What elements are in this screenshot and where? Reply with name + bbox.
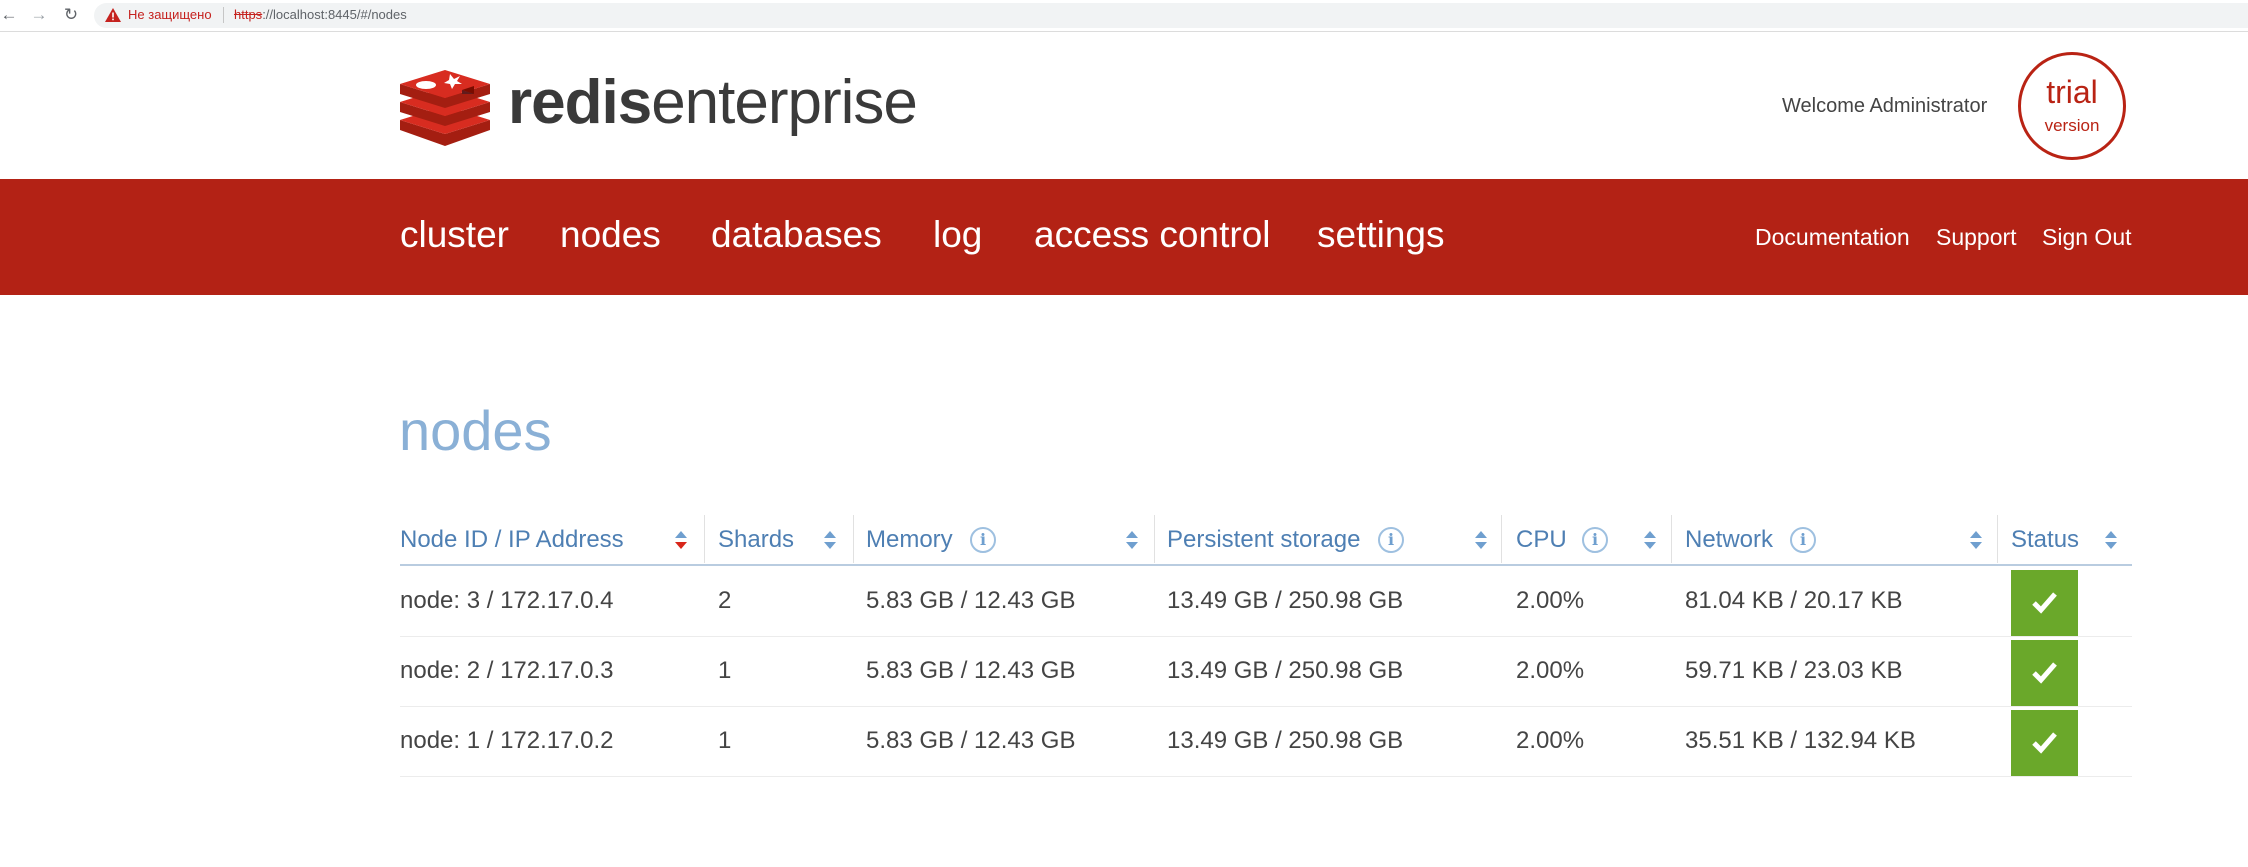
url-separator [223,7,224,23]
trial-badge-line1: trial [2046,74,2098,110]
cpu-info-icon[interactable]: i [1582,527,1608,553]
column-divider [1997,515,1998,563]
redis-enterprise-wordmark[interactable]: redisenterprise [508,68,918,138]
network-info-icon[interactable]: i [1790,527,1816,553]
nav-item-nodes[interactable]: nodes [560,213,661,257]
nav-item-cluster[interactable]: cluster [400,213,509,257]
status-ok-badge [2011,570,2078,636]
browser-toolbar: ← → ↻ Не защищено https://localhost:8445… [0,0,2248,32]
security-label[interactable]: Не защищено [128,7,212,23]
column-divider [704,515,705,563]
sign-out-link[interactable]: Sign Out [2042,223,2132,251]
column-header-cpu[interactable]: CPU [1516,515,1567,565]
cell-memory: 5.83 GB / 12.43 GB [866,727,1076,754]
table-row[interactable]: node: 2 / 172.17.0.3 1 5.83 GB / 12.43 G… [400,636,2132,707]
redis-logo-icon[interactable] [400,68,490,146]
cell-memory: 5.83 GB / 12.43 GB [866,587,1076,614]
page-title: nodes [399,399,552,462]
cell-shards: 1 [718,727,732,754]
nav-item-settings[interactable]: settings [1317,213,1445,257]
warning-icon [105,8,121,22]
checkmark-icon [2032,732,2057,754]
main-navigation: cluster nodes databases log access contr… [0,179,2248,295]
nav-item-access-control[interactable]: access control [1034,213,1271,257]
forward-arrow-icon[interactable]: → [30,6,48,24]
logo-light-text: enterprise [651,68,918,137]
storage-info-icon[interactable]: i [1378,527,1404,553]
column-header-status[interactable]: Status [2011,515,2079,565]
table-row[interactable]: node: 3 / 172.17.0.4 2 5.83 GB / 12.43 G… [400,566,2132,637]
url-scheme: https [234,7,263,22]
trial-version-badge: trial version [2018,52,2126,160]
reload-icon[interactable]: ↻ [62,6,80,24]
sort-descending-icon[interactable] [674,529,688,551]
url-text[interactable]: https://localhost:8445/#/nodes [234,7,407,23]
documentation-link[interactable]: Documentation [1755,223,1910,251]
logo-bold-text: redis [508,68,652,137]
status-ok-badge [2011,640,2078,706]
cell-network: 59.71 KB / 23.03 KB [1685,657,1903,684]
welcome-text: Welcome Administrator [1782,95,1988,117]
cell-storage: 13.49 GB / 250.98 GB [1167,657,1404,684]
memory-info-icon[interactable]: i [970,527,996,553]
cell-node[interactable]: node: 3 / 172.17.0.4 [400,566,614,636]
sort-icon[interactable] [2104,529,2118,551]
status-ok-badge [2011,710,2078,776]
sort-icon[interactable] [823,529,837,551]
checkmark-icon [2032,662,2057,684]
column-divider [1154,515,1155,563]
column-divider [853,515,854,563]
cell-network: 81.04 KB / 20.17 KB [1685,587,1903,614]
column-header-node-id[interactable]: Node ID / IP Address [400,515,624,565]
support-link[interactable]: Support [1936,223,2017,251]
column-header-shards[interactable]: Shards [718,515,794,565]
cell-shards: 1 [718,657,732,684]
column-header-persistent-storage[interactable]: Persistent storage [1167,515,1360,565]
nav-item-databases[interactable]: databases [711,213,882,257]
cell-node[interactable]: node: 2 / 172.17.0.3 [400,636,614,706]
cell-shards: 2 [718,587,732,614]
cell-node[interactable]: node: 1 / 172.17.0.2 [400,706,614,776]
nav-item-log[interactable]: log [933,213,982,257]
cell-cpu: 2.00% [1516,727,1585,754]
cell-cpu: 2.00% [1516,587,1585,614]
column-divider [1671,515,1672,563]
cell-storage: 13.49 GB / 250.98 GB [1167,587,1404,614]
back-arrow-icon[interactable]: ← [0,6,18,24]
url-path: ://localhost:8445/#/nodes [262,7,407,22]
sort-icon[interactable] [1474,529,1488,551]
address-bar[interactable] [94,3,2248,28]
cell-storage: 13.49 GB / 250.98 GB [1167,727,1404,754]
column-header-memory[interactable]: Memory [866,515,953,565]
cell-memory: 5.83 GB / 12.43 GB [866,657,1076,684]
table-row[interactable]: node: 1 / 172.17.0.2 1 5.83 GB / 12.43 G… [400,706,2132,777]
cell-network: 35.51 KB / 132.94 KB [1685,727,1916,754]
checkmark-icon [2032,592,2057,614]
sort-icon[interactable] [1125,529,1139,551]
trial-badge-line2: version [2044,116,2100,135]
cell-cpu: 2.00% [1516,657,1585,684]
sort-icon[interactable] [1643,529,1657,551]
column-divider [1501,515,1502,563]
sort-icon[interactable] [1969,529,1983,551]
column-header-network[interactable]: Network [1685,515,1773,565]
